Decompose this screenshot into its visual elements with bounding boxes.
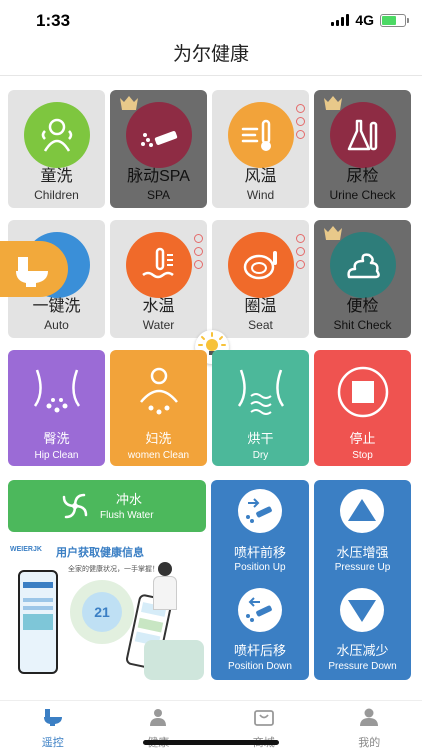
tab-remote[interactable]: 遥控 <box>0 701 106 750</box>
pressure-up-label-en: Pressure Up <box>334 562 391 573</box>
tab-label: 遥控 <box>41 737 64 749</box>
mode-label-en: Wind <box>246 188 275 202</box>
child-icon <box>23 102 90 168</box>
tab-label: 我的 <box>358 737 381 749</box>
mode-label: 便检 <box>346 298 379 315</box>
flush-water-button[interactable]: 冲水 Flush Water <box>8 480 206 532</box>
signal-icon <box>331 14 350 26</box>
pressure-down-button[interactable] <box>340 588 384 632</box>
toilet-icon <box>16 257 48 287</box>
hip-clean-button[interactable]: 臀洗 Hip Clean <box>8 350 105 466</box>
mode-tile-water[interactable]: 水温 Water <box>110 220 207 338</box>
action-label-en: Dry <box>252 450 269 461</box>
mode-tile-seat[interactable]: 圈温 Seat <box>212 220 309 338</box>
seat-temp-icon <box>227 232 294 298</box>
position-up-label: 喷杆前移 <box>233 545 286 560</box>
action-label-en: Stop <box>352 450 373 461</box>
pressure-down-label: 水压减少 <box>336 643 389 658</box>
network-label: 4G <box>355 12 374 28</box>
status-time: 1:33 <box>36 11 71 30</box>
pressure-up-button[interactable] <box>340 489 384 533</box>
nozzle-forward-icon <box>246 498 272 523</box>
women-clean-icon <box>139 367 178 415</box>
mode-label-en: Auto <box>44 318 69 332</box>
triangle-down-icon <box>348 600 376 622</box>
flask-icon <box>329 102 396 168</box>
mode-label: 风温 <box>244 168 277 185</box>
dry-icon <box>237 369 284 415</box>
stop-button[interactable]: 停止 Stop <box>314 350 411 466</box>
water-temp-icon <box>125 232 192 298</box>
level-indicator <box>194 234 203 269</box>
nozzle-backward-icon <box>246 597 272 622</box>
promo-sub: 全家的健康状况，一手掌握！ <box>68 566 159 573</box>
stop-icon <box>337 366 388 418</box>
doctor-icon <box>150 709 167 726</box>
promo-badge: 21 <box>82 592 122 632</box>
stool-icon <box>329 232 396 298</box>
mode-label-en: SPA <box>146 188 171 202</box>
battery-icon <box>380 13 409 27</box>
shop-icon <box>253 710 274 726</box>
position-panel: 喷杆前移 Position Up 喷杆后移 Position Down <box>211 480 309 680</box>
toilet-icon <box>43 709 62 726</box>
mode-label: 童洗 <box>40 168 73 185</box>
mode-label: 尿检 <box>346 168 379 185</box>
level-indicator <box>296 104 305 139</box>
mode-label: 水温 <box>142 298 175 315</box>
pressure-up-label: 水压增强 <box>336 545 389 560</box>
action-label: 停止 <box>349 431 376 446</box>
page-title: 为尔健康 <box>0 40 422 76</box>
health-promo-banner[interactable]: WEIERJK 用户获取健康信息 全家的健康状况，一手掌握！ 21 <box>8 540 206 680</box>
triangle-up-icon <box>348 499 376 521</box>
profile-icon <box>360 708 379 726</box>
doctor-illustration <box>150 562 180 614</box>
promo-headline: 用户获取健康信息 <box>56 547 144 559</box>
mode-label-en: Water <box>142 318 175 332</box>
action-label: 臀洗 <box>43 431 70 446</box>
position-up-label-en: Position Up <box>234 562 286 573</box>
action-label-en: women Clean <box>127 450 190 461</box>
promo-brand: WEIERJK <box>10 546 42 553</box>
flush-swirl-icon <box>62 493 88 519</box>
mode-tile-children[interactable]: 童洗 Children <box>8 90 105 208</box>
action-label: 烘干 <box>247 431 274 446</box>
home-indicator <box>143 740 279 745</box>
flush-label-en: Flush Water <box>100 510 154 521</box>
flush-label: 冲水 <box>116 492 143 507</box>
spa-icon <box>125 102 192 168</box>
level-indicator <box>296 234 305 269</box>
position-down-label-en: Position Down <box>228 661 292 672</box>
tab-profile[interactable]: 我的 <box>317 701 422 750</box>
mode-tile-stool-check[interactable]: 便检 Shit Check <box>314 220 411 338</box>
action-label-en: Hip Clean <box>34 450 79 461</box>
mode-label-en: Children <box>34 188 79 202</box>
pressure-panel: 水压增强 Pressure Up 水压减少 Pressure Down <box>314 480 411 680</box>
mode-tile-urine-check[interactable]: 尿检 Urine Check <box>314 90 411 208</box>
mode-tile-spa[interactable]: 脉动SPA SPA <box>110 90 207 208</box>
pressure-down-label-en: Pressure Down <box>328 661 397 672</box>
position-down-label: 喷杆后移 <box>233 643 286 658</box>
mode-tile-wind[interactable]: 风温 Wind <box>212 90 309 208</box>
position-up-button[interactable] <box>238 489 282 533</box>
hip-clean-icon <box>33 369 80 413</box>
status-bar: 1:33 4G <box>0 0 422 40</box>
mode-label: 圈温 <box>244 298 277 315</box>
action-label: 妇洗 <box>145 431 172 446</box>
women-clean-button[interactable]: 妇洗 women Clean <box>110 350 207 466</box>
mode-label: 脉动SPA <box>127 168 190 185</box>
mode-label-en: Shit Check <box>333 318 392 332</box>
floating-toilet-button[interactable] <box>0 241 68 297</box>
thermometer-wind-icon <box>227 102 294 168</box>
mode-label-en: Urine Check <box>329 188 396 202</box>
phone-illustration <box>18 570 58 674</box>
position-down-button[interactable] <box>238 588 282 632</box>
dry-button[interactable]: 烘干 Dry <box>212 350 309 466</box>
